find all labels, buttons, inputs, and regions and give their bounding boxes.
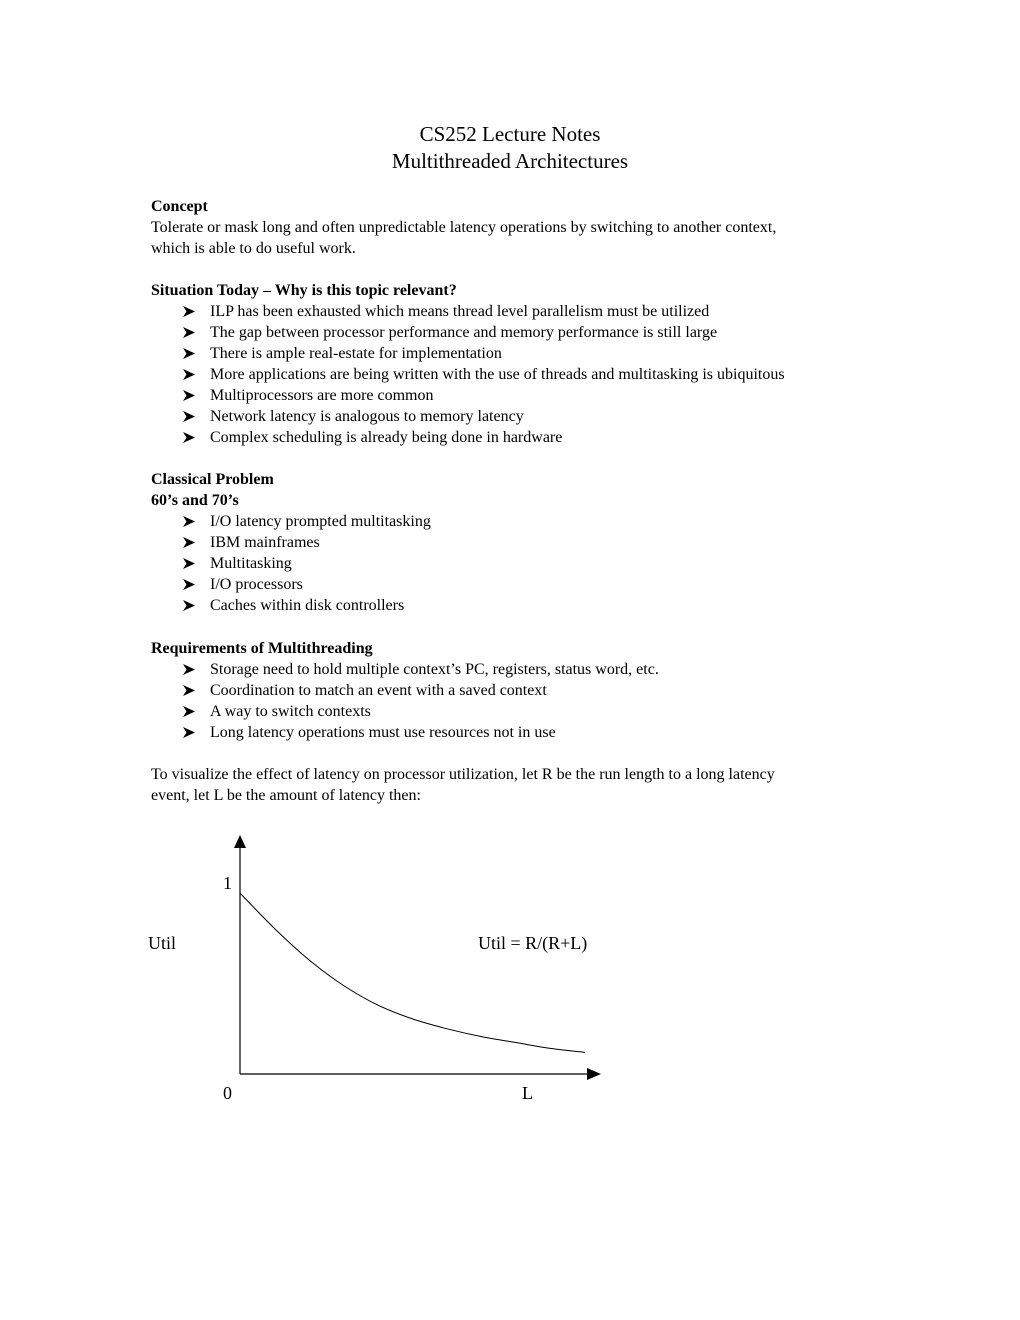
arrowhead-bullet-icon bbox=[183, 685, 195, 696]
list-item-text: Complex scheduling is already being done… bbox=[210, 429, 563, 446]
requirements-list: Storage need to hold multiple context’s … bbox=[151, 659, 891, 743]
list-item-text: Network latency is analogous to memory l… bbox=[210, 408, 524, 425]
list-item: I/O processors bbox=[151, 574, 891, 595]
list-item-text: IBM mainframes bbox=[210, 534, 320, 551]
document-subtitle: Multithreaded Architectures bbox=[391, 149, 629, 173]
list-item: IBM mainframes bbox=[151, 532, 891, 553]
arrowhead-bullet-icon bbox=[183, 537, 195, 548]
y-axis-label: Util bbox=[148, 933, 176, 953]
classical-section: Classical Problem 60’s and 70’s I/O late… bbox=[151, 469, 891, 616]
situation-section: Situation Today – Why is this topic rele… bbox=[151, 280, 891, 448]
arrowhead-bullet-icon bbox=[183, 390, 195, 401]
y-axis-arrow-icon bbox=[234, 835, 246, 848]
arrowhead-bullet-icon bbox=[183, 600, 195, 611]
arrowhead-bullet-icon bbox=[183, 348, 195, 359]
list-item-text: ILP has been exhausted which means threa… bbox=[210, 303, 710, 320]
x-axis-label: L bbox=[522, 1083, 533, 1103]
list-item: ILP has been exhausted which means threa… bbox=[151, 301, 891, 322]
arrowhead-bullet-icon bbox=[183, 369, 195, 380]
visualize-section: To visualize the effect of latency on pr… bbox=[151, 764, 891, 806]
classical-heading: Classical Problem bbox=[151, 471, 274, 488]
list-item: There is ample real-estate for implement… bbox=[151, 343, 891, 364]
list-item-text: Long latency operations must use resourc… bbox=[210, 724, 556, 741]
arrowhead-bullet-icon bbox=[183, 516, 195, 527]
list-item-text: I/O latency prompted multitasking bbox=[210, 513, 431, 530]
list-item: Storage need to hold multiple context’s … bbox=[151, 659, 891, 680]
util-curve bbox=[239, 892, 586, 1053]
formula-annotation: Util = R/(R+L) bbox=[478, 933, 587, 954]
list-item-text: More applications are being written with… bbox=[210, 366, 785, 383]
arrowhead-bullet-icon bbox=[183, 327, 195, 338]
classical-list: I/O latency prompted multitasking IBM ma… bbox=[151, 511, 891, 616]
arrowhead-bullet-icon bbox=[183, 727, 195, 738]
situation-list: ILP has been exhausted which means threa… bbox=[151, 301, 891, 448]
document-page: CS252 Lecture Notes Multithreaded Archit… bbox=[0, 0, 1020, 1320]
list-item: The gap between processor performance an… bbox=[151, 322, 891, 343]
list-item-text: I/O processors bbox=[210, 576, 303, 593]
visualize-text-line-1: To visualize the effect of latency on pr… bbox=[151, 766, 775, 783]
y-tick-label-1: 1 bbox=[223, 873, 232, 893]
list-item-text: Storage need to hold multiple context’s … bbox=[210, 661, 659, 678]
list-item: A way to switch contexts bbox=[151, 701, 891, 722]
list-item-text: A way to switch contexts bbox=[210, 703, 371, 720]
list-item-text: There is ample real-estate for implement… bbox=[210, 345, 502, 362]
list-item-text: Multitasking bbox=[210, 555, 292, 572]
list-item-text: Caches within disk controllers bbox=[210, 597, 405, 614]
requirements-heading: Requirements of Multithreading bbox=[151, 640, 373, 657]
arrowhead-bullet-icon bbox=[183, 432, 195, 443]
list-item: Caches within disk controllers bbox=[151, 595, 891, 616]
concept-text-line-2: which is able to do useful work. bbox=[151, 240, 356, 257]
concept-text-line-1: Tolerate or mask long and often unpredic… bbox=[151, 219, 777, 236]
list-item-text: Multiprocessors are more common bbox=[210, 387, 434, 404]
situation-heading: Situation Today – Why is this topic rele… bbox=[151, 282, 457, 299]
list-item: Complex scheduling is already being done… bbox=[151, 427, 891, 448]
list-item: Multiprocessors are more common bbox=[151, 385, 891, 406]
list-item: More applications are being written with… bbox=[151, 364, 891, 385]
concept-heading: Concept bbox=[151, 198, 208, 215]
list-item: Network latency is analogous to memory l… bbox=[151, 406, 891, 427]
list-item: Multitasking bbox=[151, 553, 891, 574]
list-item: Coordination to match an event with a sa… bbox=[151, 680, 891, 701]
visualize-text-line-2: event, let L be the amount of latency th… bbox=[151, 787, 421, 804]
arrowhead-bullet-icon bbox=[183, 558, 195, 569]
arrowhead-bullet-icon bbox=[183, 706, 195, 717]
arrowhead-bullet-icon bbox=[183, 411, 195, 422]
y-tick-label-0: 0 bbox=[223, 1083, 232, 1103]
requirements-section: Requirements of Multithreading Storage n… bbox=[151, 638, 891, 743]
arrowhead-bullet-icon bbox=[183, 579, 195, 590]
list-item: Long latency operations must use resourc… bbox=[151, 722, 891, 743]
arrowhead-bullet-icon bbox=[183, 664, 195, 675]
list-item-text: The gap between processor performance an… bbox=[210, 324, 718, 341]
list-item: I/O latency prompted multitasking bbox=[151, 511, 891, 532]
list-item-text: Coordination to match an event with a sa… bbox=[210, 682, 547, 699]
arrowhead-bullet-icon bbox=[183, 306, 195, 317]
x-axis-arrow-icon bbox=[587, 1068, 601, 1080]
classical-subheading: 60’s and 70’s bbox=[151, 492, 239, 509]
concept-section: Concept Tolerate or mask long and often … bbox=[151, 196, 891, 259]
document-title: CS252 Lecture Notes bbox=[419, 122, 601, 146]
